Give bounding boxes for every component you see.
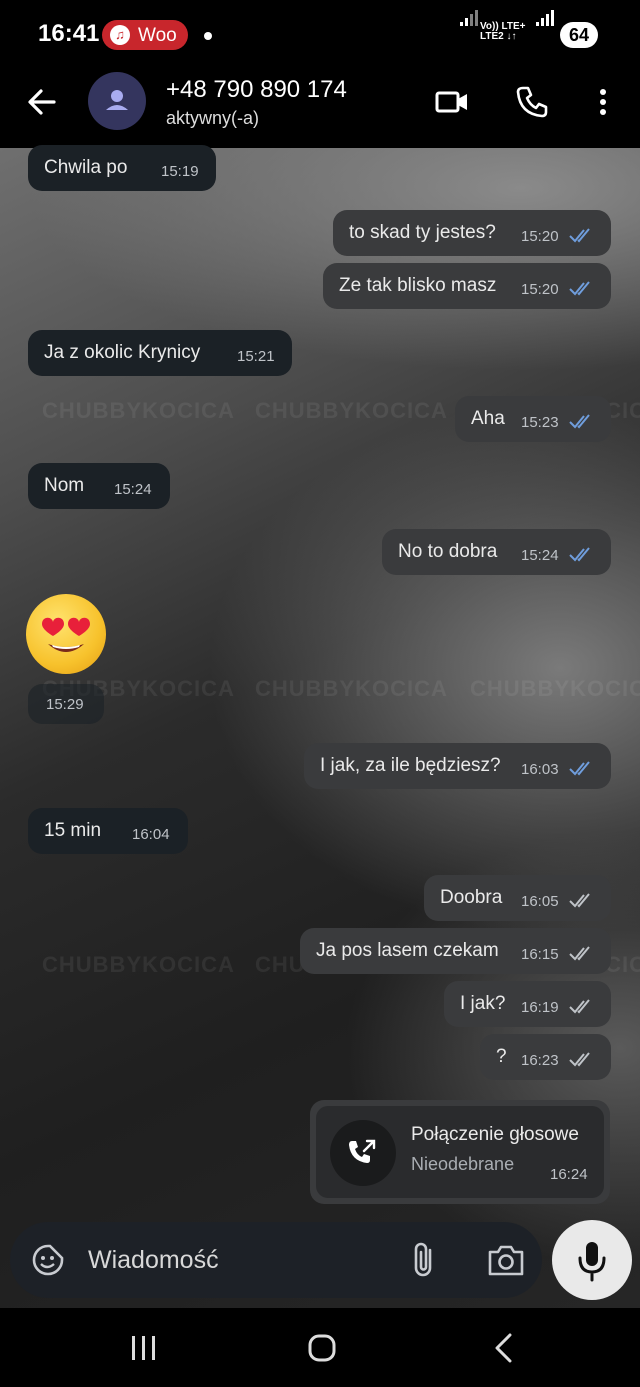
heart-eyes-emoji-icon[interactable] xyxy=(26,594,106,674)
message-text: Nom xyxy=(44,475,85,496)
message-text: Ja pos lasem czekam xyxy=(316,940,499,961)
read-ticks-icon xyxy=(569,228,590,243)
status-bar: 16:41 ♫ Woo Vo)) LTE+ LTE2 ↓↑ 64 xyxy=(0,0,640,70)
delivered-ticks-icon xyxy=(569,999,590,1014)
notification-dot-icon xyxy=(204,32,212,40)
message-text: Chwila po xyxy=(44,157,128,178)
message-time: 15:24 xyxy=(114,481,152,498)
read-ticks-icon xyxy=(569,281,590,296)
message-outgoing[interactable]: Aha 15:23 xyxy=(455,396,611,442)
message-incoming[interactable]: 15:29 xyxy=(28,684,104,724)
call-status: Nieodebrane xyxy=(411,1154,515,1174)
message-incoming[interactable]: Chwila po 15:19 xyxy=(28,145,216,191)
back-nav-icon[interactable] xyxy=(490,1332,518,1364)
message-input[interactable]: Wiadomość xyxy=(88,1246,219,1275)
media-pill[interactable]: ♫ Woo xyxy=(102,20,188,50)
watermark: CHUBBYKOCICA xyxy=(470,676,640,701)
message-time: 15:20 xyxy=(521,281,559,298)
avatar-person-icon xyxy=(106,90,128,110)
message-text: Ze tak blisko masz xyxy=(339,275,497,296)
delivered-ticks-icon xyxy=(569,893,590,908)
attachment-icon[interactable] xyxy=(406,1240,442,1280)
message-text: to skad ty jestes? xyxy=(349,222,496,243)
contact-name[interactable]: +48 790 890 174 xyxy=(166,76,347,104)
missed-call-card[interactable]: Połączenie głosowe Nieodebrane 16:24 xyxy=(316,1106,604,1198)
chat-header: +48 790 890 174 aktywny(-a) xyxy=(0,70,640,148)
delivered-ticks-icon xyxy=(569,1052,590,1067)
video-call-icon[interactable] xyxy=(434,84,470,120)
message-outgoing[interactable]: to skad ty jestes? 15:20 xyxy=(333,210,611,256)
voice-record-button[interactable] xyxy=(552,1220,632,1300)
recent-apps-icon[interactable] xyxy=(128,1334,160,1362)
call-time: 16:24 xyxy=(550,1166,588,1183)
message-time: 16:03 xyxy=(521,761,559,778)
missed-call-icon-circle xyxy=(330,1120,396,1186)
message-text: Ja z okolic Krynicy xyxy=(44,342,201,363)
sticker-emoji-icon[interactable] xyxy=(30,1242,66,1278)
heart-eyes-face-icon xyxy=(42,617,90,652)
back-arrow-icon[interactable] xyxy=(24,84,60,120)
read-ticks-icon xyxy=(569,547,590,562)
message-time: 16:04 xyxy=(132,826,170,843)
watermark: CHUBBYKOCICA xyxy=(42,398,235,423)
message-outgoing[interactable]: I jak, za ile będziesz? 16:03 xyxy=(304,743,611,789)
phone-icon[interactable] xyxy=(514,84,550,120)
message-time: 15:24 xyxy=(521,547,559,564)
watermark: CHUBBYKOCICA xyxy=(255,398,448,423)
message-time: 15:19 xyxy=(161,163,199,180)
avatar[interactable] xyxy=(88,72,146,130)
message-time: 15:20 xyxy=(521,228,559,245)
message-text: No to dobra xyxy=(398,541,498,562)
message-time: 16:15 xyxy=(521,946,559,963)
message-outgoing[interactable]: Doobra 16:05 xyxy=(424,875,611,921)
message-incoming[interactable]: 15 min 16:04 xyxy=(28,808,188,854)
music-icon: ♫ xyxy=(110,25,130,45)
watermark: CHUBBYKOCICA xyxy=(42,952,235,977)
message-outgoing[interactable]: Ze tak blisko masz 15:20 xyxy=(323,263,611,309)
more-vertical-icon[interactable] xyxy=(585,84,621,120)
message-time: 16:05 xyxy=(521,893,559,910)
message-incoming[interactable]: Nom 15:24 xyxy=(28,463,170,509)
message-outgoing[interactable]: ? 16:23 xyxy=(480,1034,611,1080)
message-time: 16:23 xyxy=(521,1052,559,1069)
network-indicator: Vo)) LTE+ LTE2 ↓↑ xyxy=(480,22,525,42)
clock: 16:41 xyxy=(38,20,100,47)
microphone-icon xyxy=(578,1242,606,1282)
battery-level: 64 xyxy=(560,22,598,48)
message-text: Doobra xyxy=(440,887,503,908)
message-outgoing[interactable]: Ja pos lasem czekam 16:15 xyxy=(300,928,611,974)
system-navigation-bar xyxy=(0,1308,640,1387)
outgoing-call-icon xyxy=(349,1139,376,1163)
message-text: Aha xyxy=(471,408,505,429)
call-title: Połączenie głosowe xyxy=(411,1124,579,1145)
message-text: 15 min xyxy=(44,820,102,841)
message-outgoing[interactable]: No to dobra 15:24 xyxy=(382,529,611,575)
message-text: ? xyxy=(496,1046,507,1067)
message-composer: Wiadomość xyxy=(10,1222,542,1298)
network-type-bottom: LTE2 ↓↑ xyxy=(480,31,517,42)
read-ticks-icon xyxy=(569,761,590,776)
message-time: 16:19 xyxy=(521,999,559,1016)
message-outgoing[interactable]: I jak? 16:19 xyxy=(444,981,611,1027)
missed-call-message[interactable]: Połączenie głosowe Nieodebrane 16:24 xyxy=(310,1100,610,1204)
message-time: 15:23 xyxy=(521,414,559,431)
message-time: 15:29 xyxy=(46,696,84,713)
message-text: I jak? xyxy=(460,993,506,1014)
message-incoming[interactable]: Ja z okolic Krynicy 15:21 xyxy=(28,330,292,376)
read-ticks-icon xyxy=(569,414,590,429)
watermark: CHUBBYKOCICA xyxy=(255,676,448,701)
contact-status: aktywny(-a) xyxy=(166,108,260,128)
home-icon[interactable] xyxy=(306,1332,338,1364)
message-time: 15:21 xyxy=(237,348,275,365)
camera-icon[interactable] xyxy=(486,1242,526,1278)
delivered-ticks-icon xyxy=(569,946,590,961)
message-text: I jak, za ile będziesz? xyxy=(320,755,501,776)
media-pill-label: Woo xyxy=(138,25,177,46)
